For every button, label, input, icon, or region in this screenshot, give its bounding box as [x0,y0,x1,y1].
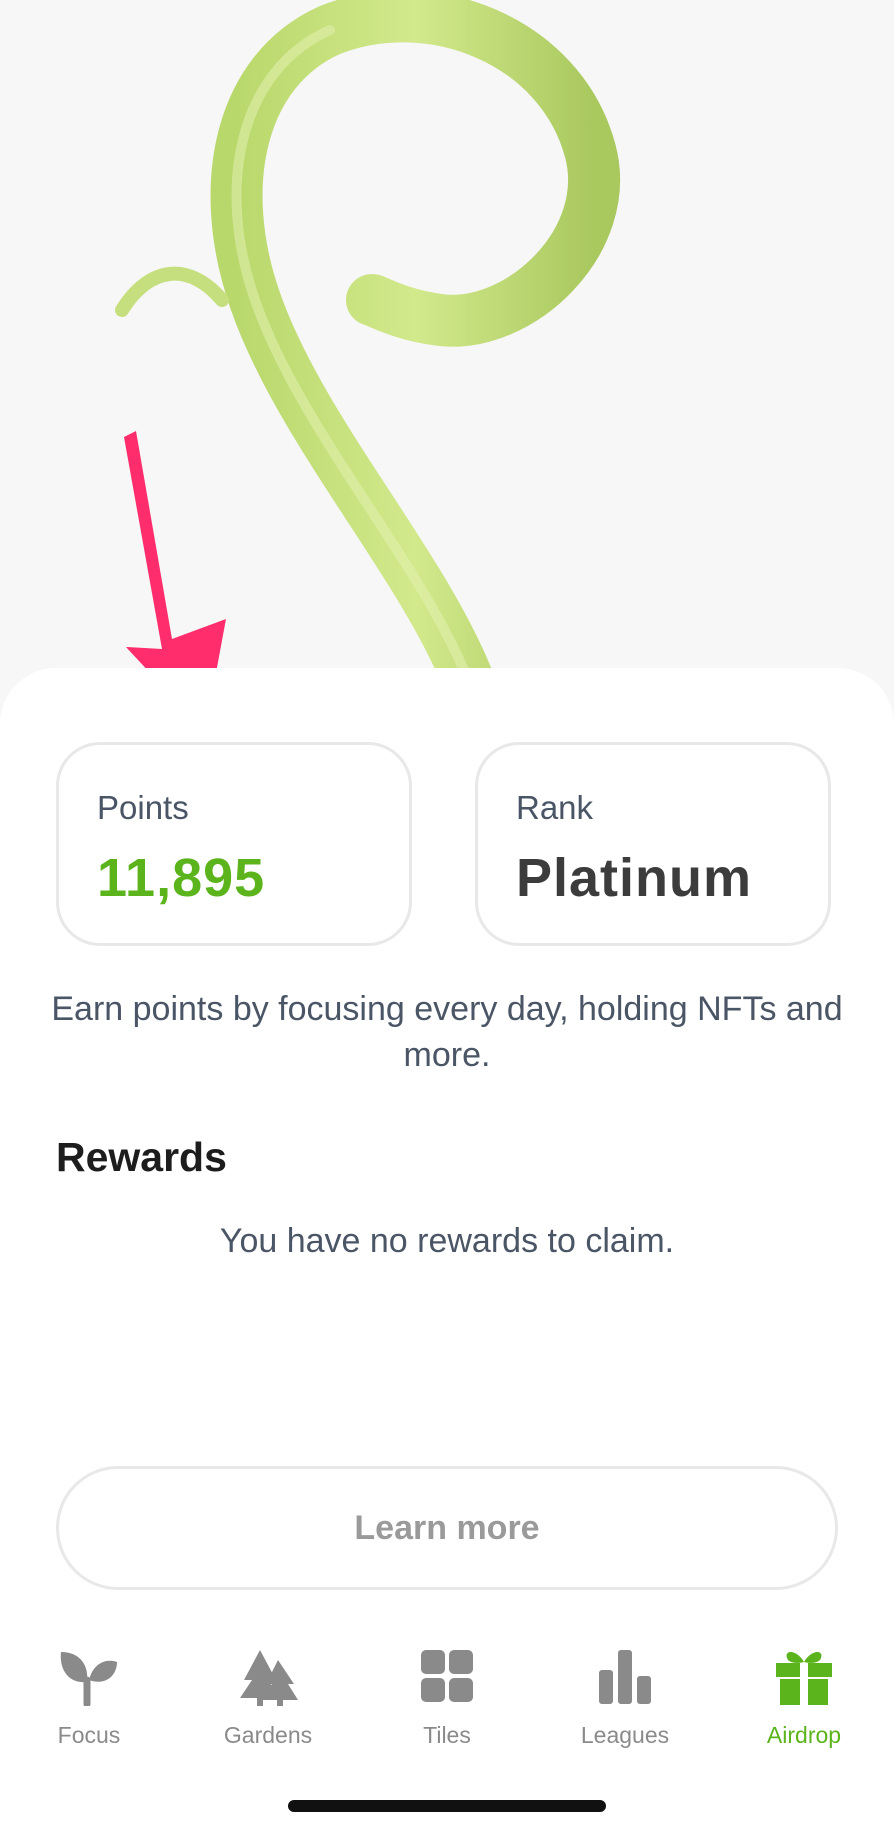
tab-focus-label: Focus [57,1722,121,1748]
tab-airdrop-label: Airdrop [766,1722,842,1748]
tab-leagues-label: Leagues [580,1722,670,1748]
tab-gardens[interactable]: Gardens [193,1630,343,1750]
points-description: Earn points by focusing every day, holdi… [51,990,843,1074]
learn-more-button[interactable]: Learn more [56,1466,838,1590]
tab-tiles-label: Tiles [423,1722,471,1748]
tab-airdrop[interactable]: Airdrop [729,1630,879,1750]
rewards-title: Rewards [56,1134,227,1180]
bottom-tab-bar: Focus Gardens Tiles Leagues Airdrop [0,1630,894,1750]
bar-chart-icon [599,1650,651,1704]
tab-gardens-label: Gardens [223,1722,313,1748]
sprout-icon [60,1652,117,1706]
rank-card: Rank Platinum [475,742,831,946]
home-indicator [288,1800,606,1812]
trees-icon [240,1650,298,1706]
annotation-arrow-icon [124,431,226,720]
rewards-empty-message: You have no rewards to claim. [219,1222,675,1260]
points-label: Points [97,789,189,826]
gift-icon [776,1652,832,1705]
grid-icon [421,1650,473,1702]
tab-focus[interactable]: Focus [14,1630,164,1750]
tab-tiles[interactable]: Tiles [372,1630,522,1750]
hero-illustration [0,0,894,720]
points-card: Points 11,895 [56,742,412,946]
tab-leagues[interactable]: Leagues [550,1630,700,1750]
points-value: 11,895 [97,848,266,908]
rank-label: Rank [516,789,594,826]
rank-value: Platinum [516,848,753,908]
